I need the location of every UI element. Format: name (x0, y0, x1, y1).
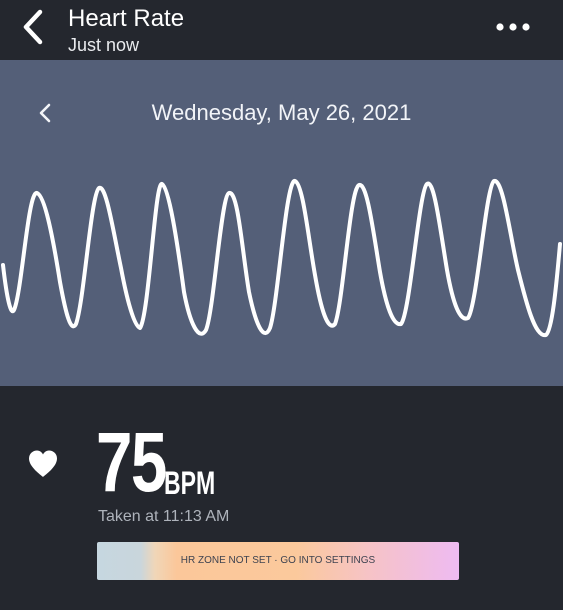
page-subtitle: Just now (68, 35, 140, 55)
hr-zone-label: HR ZONE NOT SET · GO INTO SETTINGS (180, 555, 376, 566)
waveform-line (1, 178, 562, 338)
measurement-time: Taken at 11:13 AM (98, 508, 230, 525)
more-horizontal-icon (496, 23, 530, 31)
bpm-value: 75 (96, 415, 167, 509)
back-button[interactable] (18, 8, 52, 46)
chevron-left-icon (23, 9, 43, 45)
date-label: Wednesday, May 26, 2021 (151, 100, 412, 125)
heart-rate-chart-panel: Wednesday, May 26, 2021 (0, 60, 563, 386)
page-title: Heart Rate (68, 5, 185, 32)
heart-rate-screen: Heart Rate Just now Wednesday, May 26, 2… (0, 0, 563, 610)
top-bar: Heart Rate Just now (0, 0, 563, 60)
heart-icon (29, 450, 57, 477)
bpm-unit: BPM (164, 465, 216, 501)
more-options-button[interactable] (492, 14, 534, 40)
hr-zone-settings-button[interactable]: HR ZONE NOT SET · GO INTO SETTINGS (97, 542, 459, 580)
